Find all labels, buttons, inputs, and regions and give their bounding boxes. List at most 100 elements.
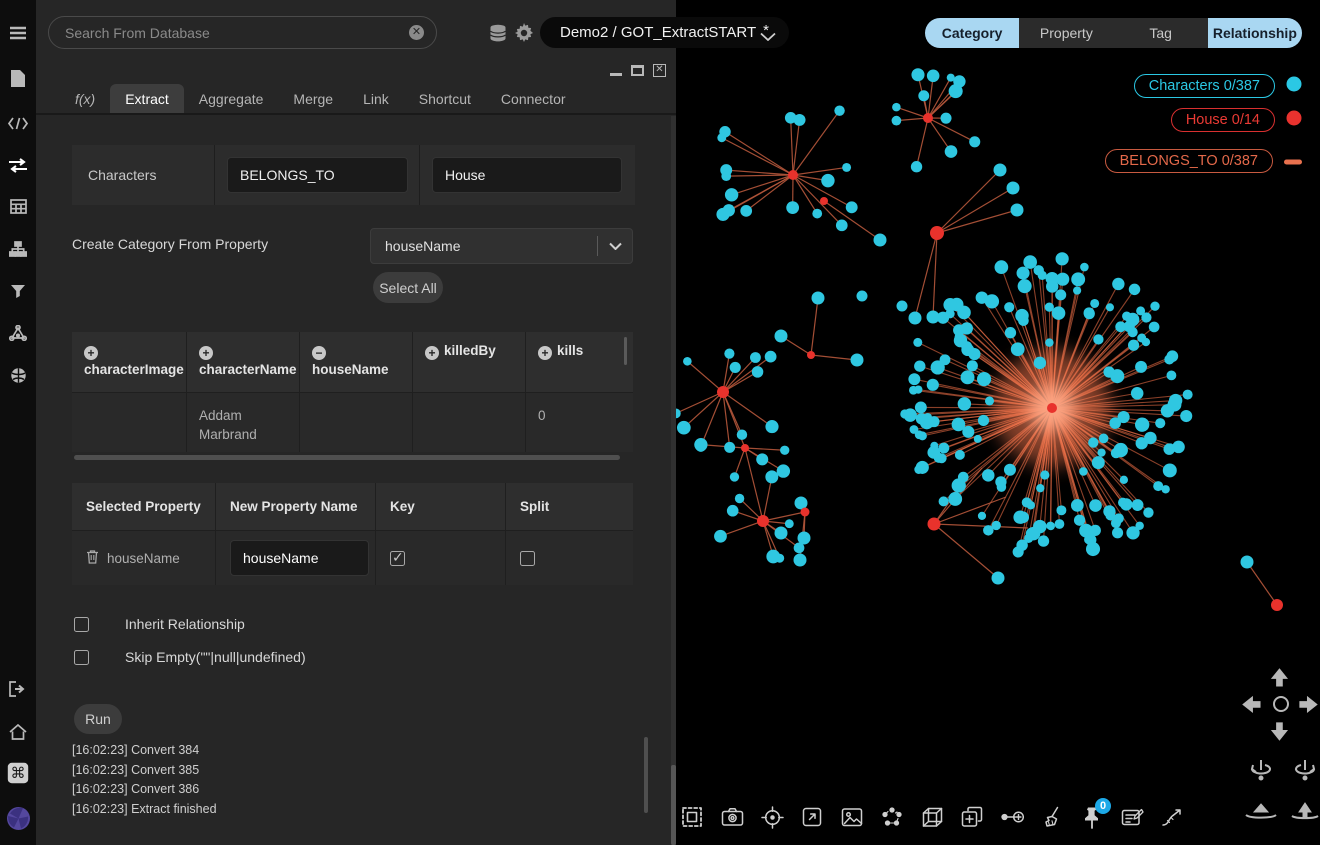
graph-node-character[interactable]	[1118, 411, 1130, 423]
graph-node-character[interactable]	[740, 205, 752, 217]
graph-node-character[interactable]	[1073, 286, 1081, 294]
graph-node-character[interactable]	[1169, 394, 1182, 407]
graph-node-character[interactable]	[915, 401, 927, 413]
graph-node-character[interactable]	[897, 301, 908, 312]
graph-node-house[interactable]	[820, 197, 828, 205]
tab-category[interactable]: Category	[925, 18, 1019, 48]
graph-node-character[interactable]	[737, 429, 747, 439]
graph-node-character[interactable]	[994, 164, 1007, 177]
graph-node-character[interactable]	[1131, 387, 1144, 400]
graph-node-character[interactable]	[958, 397, 971, 410]
graph-node-character[interactable]	[1088, 437, 1098, 447]
tab-aggregate[interactable]: Aggregate	[184, 84, 279, 113]
tab-extract[interactable]: Extract	[110, 84, 184, 113]
target-category-input[interactable]	[432, 157, 622, 193]
graph-node-character[interactable]	[750, 352, 761, 363]
graph-node-character[interactable]	[1167, 350, 1179, 362]
graph-node-character[interactable]	[1161, 485, 1169, 493]
graph-node-character[interactable]	[1093, 334, 1103, 344]
graph-node-character[interactable]	[1038, 535, 1049, 546]
key-checkbox[interactable]	[390, 551, 405, 566]
maximize-icon[interactable]	[631, 65, 644, 76]
log-scrollbar[interactable]	[644, 737, 648, 813]
graph-node-character[interactable]	[1106, 303, 1114, 311]
camera-icon[interactable]	[720, 805, 744, 829]
tab-connector[interactable]: Connector	[486, 84, 581, 113]
graph-node-character[interactable]	[911, 161, 922, 172]
graph-node-character[interactable]	[725, 188, 738, 201]
graph-node-character[interactable]	[1144, 432, 1157, 445]
graph-node-character[interactable]	[735, 494, 744, 503]
tab-tag[interactable]: Tag	[1114, 18, 1208, 48]
graph-node-character[interactable]	[978, 415, 989, 426]
tilt-up-icon[interactable]	[1288, 802, 1320, 825]
graph-node-character[interactable]	[717, 133, 726, 142]
graph-node-character[interactable]	[694, 438, 707, 451]
graph-node-character[interactable]	[892, 103, 901, 112]
graph-node-character[interactable]	[908, 373, 920, 385]
graph-node-character[interactable]	[911, 68, 924, 81]
chevron-down-icon[interactable]	[598, 242, 632, 250]
graph-node-character[interactable]	[677, 421, 691, 435]
rotate-left-icon[interactable]	[1246, 756, 1276, 791]
graph-node-house[interactable]	[717, 386, 729, 398]
tab-fx[interactable]: f(x)	[60, 84, 110, 113]
graph-node-character[interactable]	[985, 294, 999, 308]
graph-node-character[interactable]	[775, 527, 788, 540]
graph-node-character[interactable]	[785, 519, 794, 528]
inherit-relationship-checkbox[interactable]	[74, 617, 89, 632]
graph-node-house[interactable]	[1271, 599, 1283, 611]
split-checkbox[interactable]	[520, 551, 535, 566]
column-header[interactable]: +kills	[526, 332, 633, 392]
split-edge-icon[interactable]	[1160, 805, 1184, 829]
graph-node-character[interactable]	[945, 145, 958, 158]
search-bar[interactable]: ✕	[48, 16, 437, 49]
sitemap-icon[interactable]	[0, 234, 36, 264]
graph-node-character[interactable]	[1017, 511, 1029, 523]
graph-node-character[interactable]	[1056, 273, 1069, 286]
fit-view-icon[interactable]	[800, 805, 824, 829]
legend-pill-house[interactable]: House 0/14	[1171, 108, 1275, 132]
graph-node-character[interactable]	[1089, 499, 1102, 512]
graph-node-character[interactable]	[724, 349, 734, 359]
graph-node-character[interactable]	[1120, 498, 1132, 510]
menu-icon[interactable]	[0, 18, 36, 48]
graph-node-character[interactable]	[929, 416, 940, 427]
graph-node-character[interactable]	[1149, 322, 1160, 333]
graph-node-character[interactable]	[1013, 546, 1024, 557]
graph-node-character[interactable]	[836, 219, 848, 231]
graph-node-character[interactable]	[846, 201, 858, 213]
pan-right-icon[interactable]	[1297, 694, 1319, 721]
graph-node-character[interactable]	[1079, 467, 1088, 476]
graph-node-house[interactable]	[930, 226, 944, 240]
graph-node-character[interactable]	[952, 478, 966, 492]
pan-down-icon[interactable]	[1269, 720, 1291, 747]
graph-node-character[interactable]	[1080, 263, 1089, 272]
graph-node-character[interactable]	[985, 396, 994, 405]
graph-node-character[interactable]	[1143, 507, 1153, 517]
column-header[interactable]: +killedBy	[413, 332, 526, 392]
graph-node-house[interactable]	[1047, 403, 1057, 413]
legend-pill-characters[interactable]: Characters 0/387	[1134, 74, 1275, 98]
graph-node-character[interactable]	[961, 341, 972, 352]
graph-node-character[interactable]	[730, 472, 739, 481]
command-key-icon[interactable]: ⌘	[0, 758, 36, 788]
graph-node-character[interactable]	[961, 322, 973, 334]
pan-up-icon[interactable]	[1269, 668, 1291, 695]
graph-node-character[interactable]	[1120, 476, 1128, 484]
graph-node-character[interactable]	[1103, 366, 1114, 377]
graph-node-character[interactable]	[948, 492, 962, 506]
clear-search-icon[interactable]: ✕	[409, 25, 424, 40]
graph-node-character[interactable]	[1011, 342, 1025, 356]
graph-node-character[interactable]	[794, 554, 807, 567]
graph-node-house[interactable]	[801, 508, 810, 517]
graph-node-character[interactable]	[1129, 284, 1140, 295]
code-icon[interactable]	[0, 108, 36, 138]
graph-node-character[interactable]	[1004, 464, 1016, 476]
graph-node-character[interactable]	[834, 105, 844, 115]
graph-node-character[interactable]	[1163, 463, 1177, 477]
search-input[interactable]	[65, 25, 409, 41]
graph-node-character[interactable]	[1017, 267, 1030, 280]
graph-node-character[interactable]	[1097, 448, 1105, 456]
graph-node-character[interactable]	[915, 430, 924, 439]
